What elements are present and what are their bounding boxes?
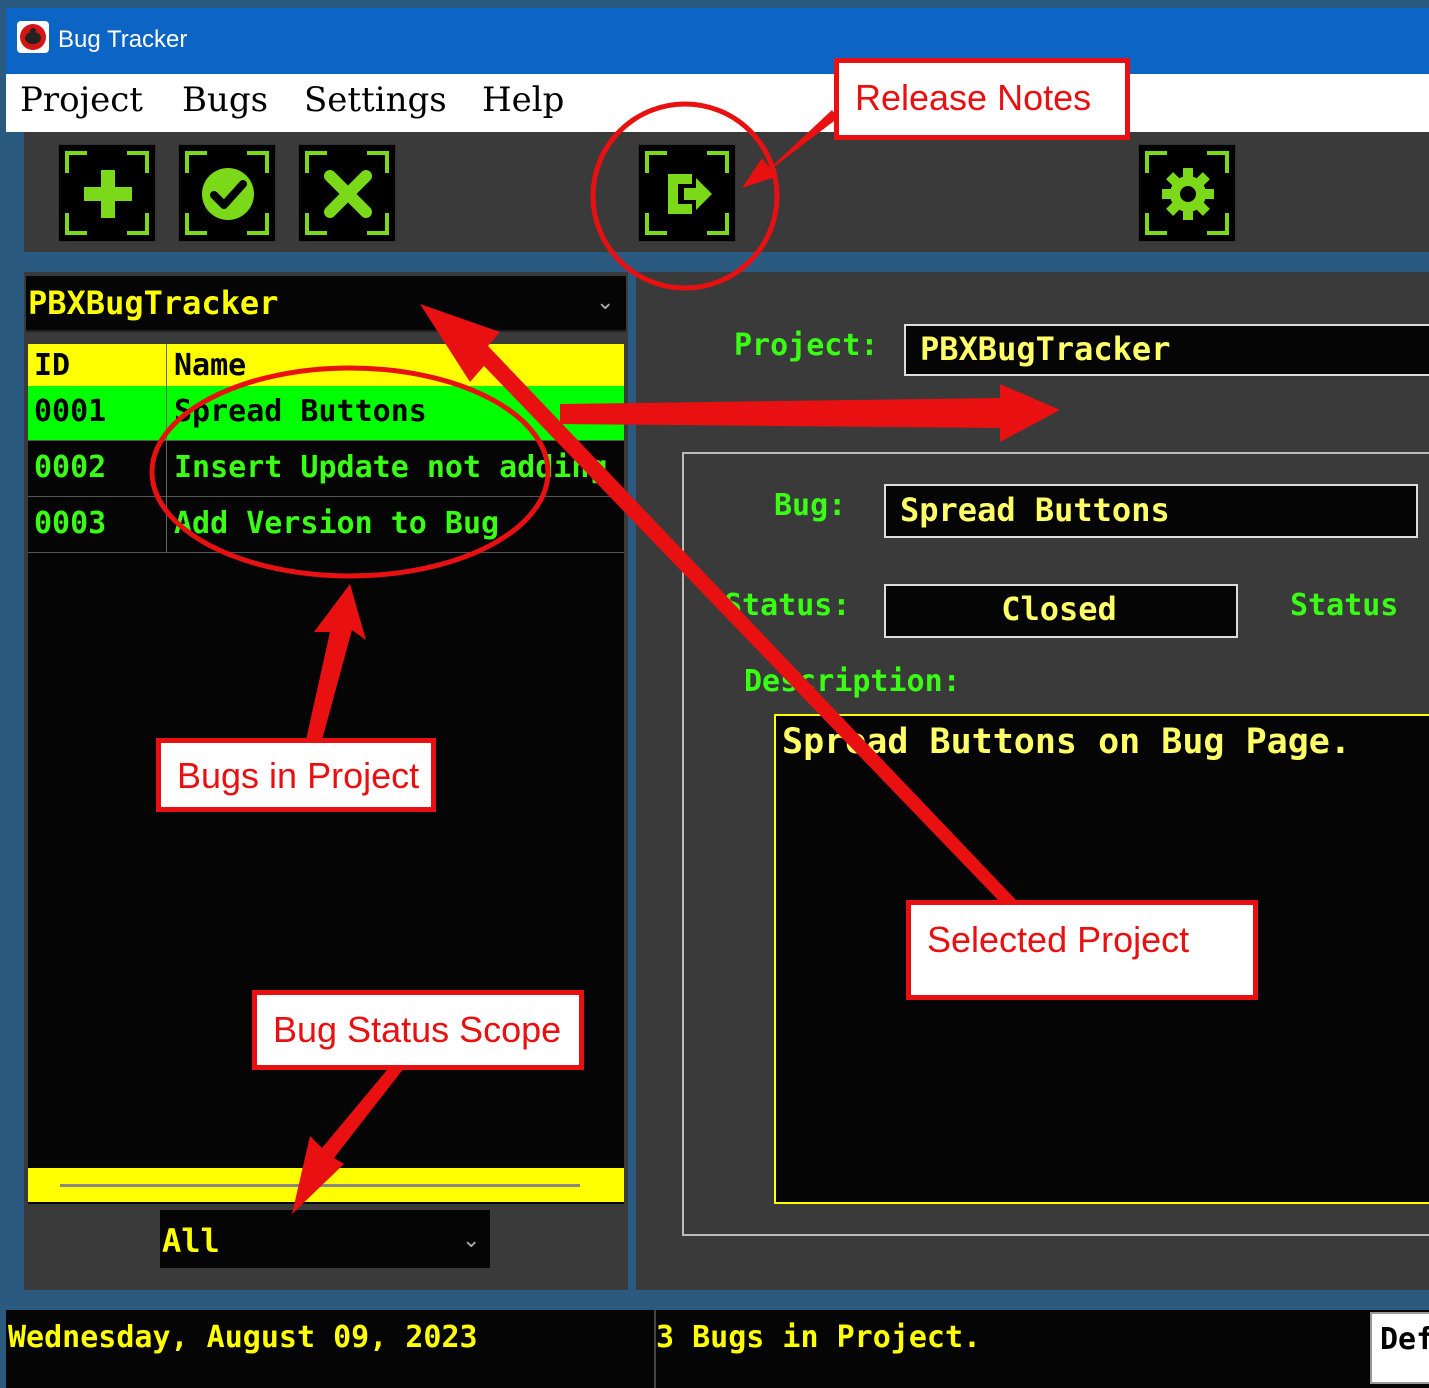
- column-header-name[interactable]: Name: [174, 348, 246, 383]
- selected-project-callout: Selected Project: [906, 900, 1258, 1000]
- bug-name: Add Version to Bug: [174, 506, 500, 541]
- table-row-selected[interactable]: 0001 Spread Buttons: [28, 386, 624, 441]
- menu-bugs[interactable]: Bugs: [182, 80, 268, 120]
- plus-icon: [84, 170, 132, 218]
- status-field-value: Closed: [1001, 590, 1117, 628]
- bug-name-field-value: Spread Buttons: [900, 491, 1170, 529]
- release-notes-callout: Release Notes: [834, 58, 1130, 140]
- menu-project[interactable]: Project: [20, 80, 143, 120]
- gear-icon: [1162, 168, 1214, 220]
- selected-project-callout-text: Selected Project: [927, 919, 1190, 960]
- status-date: Wednesday, August 09, 2023: [8, 1320, 478, 1355]
- menu-settings[interactable]: Settings: [304, 80, 447, 120]
- project-field-value: PBXBugTracker: [920, 330, 1171, 368]
- table-row[interactable]: 0003 Add Version to Bug: [28, 498, 624, 553]
- title-bar: [6, 8, 1429, 74]
- bug-grid-header: [28, 344, 624, 386]
- bug-id: 0003: [34, 506, 107, 541]
- chevron-down-icon[interactable]: ⌄: [462, 1228, 480, 1253]
- bug-label: Bug:: [774, 488, 847, 523]
- horizontal-scrollbar[interactable]: [60, 1184, 580, 1187]
- status-scope-value: All: [162, 1222, 220, 1260]
- settings-button[interactable]: [1138, 144, 1236, 242]
- delete-bug-button[interactable]: [298, 144, 396, 242]
- table-row[interactable]: 0002 Insert Update not adding: [28, 442, 624, 497]
- release-notes-callout-text: Release Notes: [855, 77, 1092, 118]
- bug-status-scope-callout: Bug Status Scope: [252, 990, 584, 1070]
- column-header-id[interactable]: ID: [34, 348, 70, 383]
- description-label: Description:: [744, 664, 961, 699]
- bug-app-icon: [16, 20, 50, 54]
- status-label-secondary: Status: [1290, 588, 1399, 623]
- bug-id: 0001: [34, 394, 107, 429]
- status-bug-count: 3 Bugs in Project.: [656, 1320, 982, 1355]
- chevron-down-icon[interactable]: ⌄: [596, 290, 614, 315]
- window-title: Bug Tracker: [58, 26, 188, 53]
- bug-status-scope-callout-text: Bug Status Scope: [273, 1009, 562, 1050]
- project-select-value: PBXBugTracker: [28, 284, 279, 322]
- x-icon: [324, 170, 372, 218]
- status-label: Status:: [724, 588, 851, 623]
- bugs-in-project-callout: Bugs in Project: [156, 738, 436, 812]
- add-bug-button[interactable]: [58, 144, 156, 242]
- project-label: Project:: [734, 328, 879, 363]
- check-icon: [202, 168, 254, 220]
- bugs-in-project-callout-text: Bugs in Project: [177, 755, 420, 796]
- bug-name: Insert Update not adding: [174, 450, 608, 485]
- release-notes-button[interactable]: [638, 144, 736, 242]
- bug-id: 0002: [34, 450, 107, 485]
- bug-name: Spread Buttons: [174, 394, 427, 429]
- release-notes-icon: [668, 174, 712, 214]
- status-bar-button-label: Def: [1380, 1322, 1429, 1357]
- menu-help[interactable]: Help: [482, 80, 564, 120]
- column-divider: [166, 344, 167, 552]
- description-text: Spread Buttons on Bug Page.: [782, 722, 1351, 762]
- save-bug-button[interactable]: [178, 144, 276, 242]
